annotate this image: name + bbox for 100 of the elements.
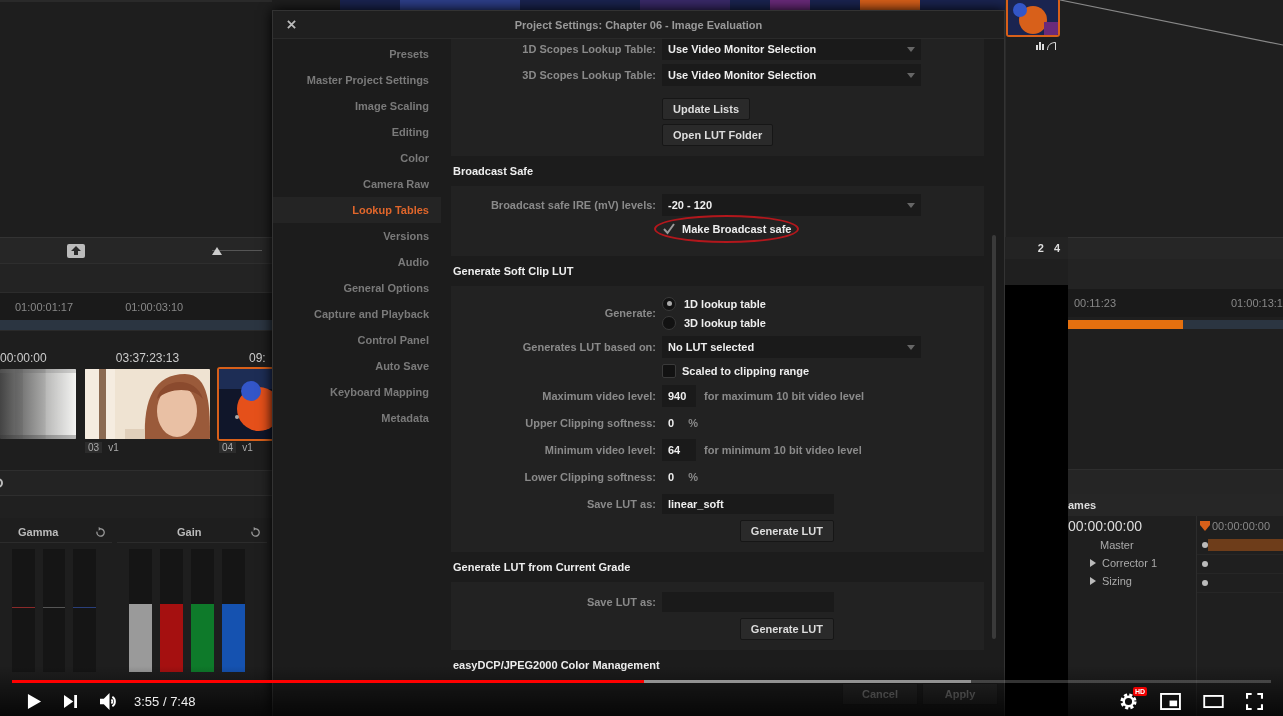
play-icon[interactable]: [27, 692, 42, 710]
reset-icon[interactable]: [250, 526, 261, 538]
level-track[interactable]: [222, 549, 245, 672]
timeline-ruler[interactable]: 00:11:23 01:00:13:1: [1068, 289, 1283, 317]
field-label: 1D Scopes Lookup Table:: [521, 43, 656, 55]
progress-bar[interactable]: [12, 680, 1271, 683]
ruler-timecode: 01:00:13:1: [1231, 297, 1283, 309]
level-track[interactable]: [73, 549, 96, 672]
sidebar-item[interactable]: Keyboard Mapping: [273, 379, 441, 405]
dropdown[interactable]: -20 - 120: [662, 194, 921, 216]
dropdown[interactable]: No LUT selected: [662, 336, 921, 358]
generate-button[interactable]: Generate LUT: [739, 520, 834, 542]
field-label: Generates LUT based on:: [521, 341, 656, 353]
field-label: Lower Clipping softness:: [523, 471, 656, 483]
section-title: Generate LUT from Current Grade: [453, 561, 631, 573]
field-label: Generate:: [603, 307, 656, 319]
level-track[interactable]: [191, 549, 214, 672]
sidebar-item[interactable]: Control Panel: [273, 327, 441, 353]
generate-button[interactable]: Generate LUT: [739, 618, 834, 640]
number-field[interactable]: 0: [662, 471, 681, 483]
keyframe-timecode: 00:00:00:00: [1068, 517, 1143, 536]
checkbox-label: Make Broadcast safe: [682, 223, 792, 235]
dropdown[interactable]: Use Video Monitor Selection: [662, 64, 921, 86]
caret-icon: [907, 46, 915, 52]
field-label: Save LUT as:: [585, 596, 656, 608]
field-label: Broadcast safe IRE (mV) levels:: [489, 199, 656, 211]
field-label: Save LUT as:: [585, 498, 656, 510]
slider-thumb[interactable]: [212, 246, 222, 255]
sidebar-item[interactable]: Color: [273, 145, 441, 171]
histogram-icon: [1036, 42, 1044, 50]
sidebar-item[interactable]: Master Project Settings: [273, 67, 441, 93]
clip-number: 03: [85, 442, 103, 453]
level-track[interactable]: [129, 549, 152, 672]
unit-label: %: [688, 417, 698, 429]
miniplayer-icon[interactable]: [1160, 692, 1181, 710]
caret-icon: [907, 202, 915, 208]
level-track[interactable]: [12, 549, 35, 672]
checkbox[interactable]: [662, 222, 676, 236]
playhead-icon[interactable]: [1200, 521, 1210, 531]
keyframe-dot[interactable]: [1202, 542, 1208, 548]
section-title: easyDCP/JPEG2000 Color Management: [453, 659, 660, 671]
checkbox[interactable]: [662, 364, 676, 378]
dialog-button[interactable]: Update Lists: [662, 98, 750, 120]
sidebar-item[interactable]: Metadata: [273, 405, 441, 431]
dropdown[interactable]: Use Video Monitor Selection: [662, 39, 921, 60]
dialog-button[interactable]: Open LUT Folder: [662, 124, 774, 146]
theater-mode-icon[interactable]: [1203, 694, 1224, 708]
track-name[interactable]: Master: [1090, 539, 1134, 551]
sidebar-item[interactable]: Auto Save: [273, 353, 441, 379]
radio-button[interactable]: [662, 315, 676, 330]
curve-icon: [1047, 42, 1056, 50]
number-field[interactable]: 0: [662, 417, 681, 429]
keyframe-dot[interactable]: [1202, 561, 1208, 567]
upload-icon[interactable]: [66, 242, 86, 259]
expand-icon[interactable]: [1090, 559, 1096, 567]
expand-icon[interactable]: [1090, 577, 1096, 585]
next-icon[interactable]: [64, 694, 77, 708]
sidebar-item[interactable]: Image Scaling: [273, 93, 441, 119]
clip-timecode: 00:00:00: [0, 351, 47, 365]
field-label: Minimum video level:: [543, 444, 656, 456]
unit-label: %: [688, 471, 698, 483]
zoom-slider[interactable]: [212, 246, 262, 255]
number-field[interactable]: 64: [662, 439, 696, 461]
page-number[interactable]: 2: [1037, 242, 1044, 254]
dialog-title: Project Settings: Chapter 06 - Image Evaluation: [514, 18, 763, 31]
caret-icon: [907, 344, 915, 350]
sidebar-item[interactable]: Lookup Tables: [273, 197, 441, 223]
sidebar-item[interactable]: Editing: [273, 119, 441, 145]
field-label: Maximum video level:: [541, 390, 656, 402]
reset-icon[interactable]: [95, 526, 106, 538]
number-field[interactable]: 940: [662, 385, 696, 407]
level-track[interactable]: [42, 549, 66, 672]
section-title: Generate Soft Clip LUT: [453, 265, 574, 277]
time-display: 3:55 / 7:48: [134, 693, 196, 709]
sidebar-item[interactable]: Capture and Playback: [273, 301, 441, 327]
track-name[interactable]: Corrector 1: [1102, 557, 1158, 569]
close-icon[interactable]: [287, 20, 296, 29]
node-thumbnail[interactable]: [1006, 0, 1060, 37]
caret-icon: [907, 72, 915, 78]
sidebar-item[interactable]: Presets: [273, 41, 441, 67]
sidebar-item[interactable]: Camera Raw: [273, 171, 441, 197]
level-track[interactable]: [160, 549, 183, 672]
keyframe-dot[interactable]: [1202, 580, 1208, 586]
fullscreen-icon[interactable]: [1246, 692, 1263, 710]
text-field[interactable]: linear_soft: [662, 494, 834, 514]
wheel-title: Gain: [177, 526, 202, 538]
sidebar-item[interactable]: General Options: [273, 275, 441, 301]
panel-title: ames: [1068, 499, 1097, 511]
track-name[interactable]: Sizing: [1102, 575, 1132, 587]
track-label: v1: [242, 442, 253, 453]
field-label: 3D Scopes Lookup Table:: [521, 69, 656, 81]
page-number[interactable]: 4: [1053, 242, 1060, 254]
field-note: for minimum 10 bit video level: [704, 444, 862, 456]
sidebar-item[interactable]: Audio: [273, 249, 441, 275]
ruler-timecode: 01:00:03:10: [125, 300, 184, 313]
track-label: v1: [108, 442, 119, 453]
timeline-ruler[interactable]: 01:00:01:17 01:00:03:10: [0, 292, 272, 320]
radio-button[interactable]: [662, 296, 676, 311]
sidebar-item[interactable]: Versions: [273, 223, 441, 249]
radio-label: 1D lookup table: [684, 297, 766, 310]
